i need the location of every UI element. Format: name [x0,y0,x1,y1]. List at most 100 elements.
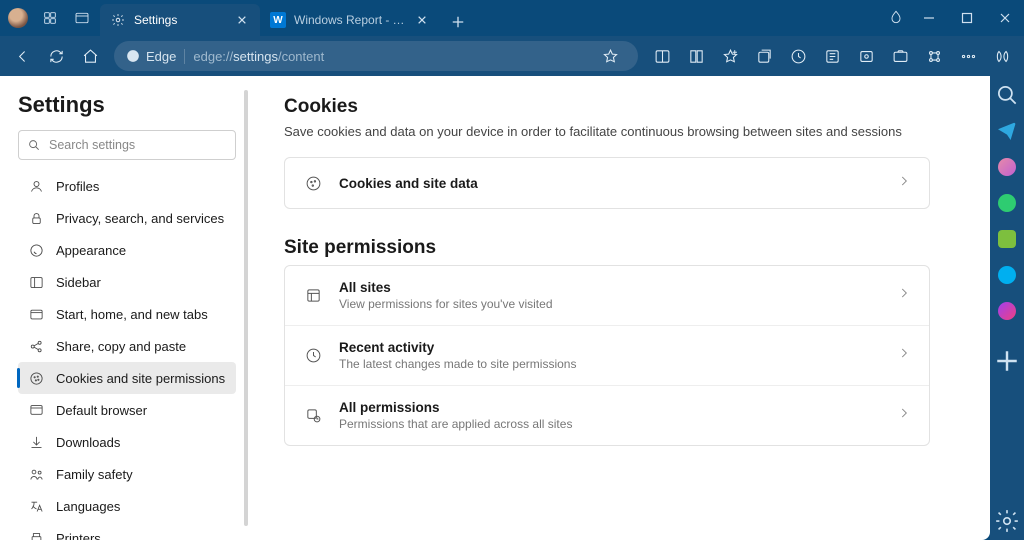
nav-printers[interactable]: Printers [18,522,236,540]
nav-default-browser[interactable]: Default browser [18,394,236,426]
rail-messenger-icon[interactable] [994,298,1020,324]
nav-label: Profiles [56,179,99,194]
nav-privacy[interactable]: Privacy, search, and services [18,202,236,234]
maximize-button[interactable] [948,3,986,33]
settings-page: Settings Profiles Privacy, search, and s… [0,76,990,540]
nav-cookies[interactable]: Cookies and site permissions [18,362,236,394]
tab-strip: Settings W Windows Report - Your go-to s… [100,0,472,36]
rail-app-icon[interactable] [994,154,1020,180]
row-desc: Permissions that are applied across all … [339,417,881,431]
nav-label: Appearance [56,243,126,258]
performance-icon[interactable] [918,40,950,72]
chevron-right-icon [897,346,911,365]
settings-main: Cookies Save cookies and data on your de… [248,76,990,540]
address-bar[interactable]: Edge edge://settings/content [114,41,638,71]
close-window-button[interactable] [986,3,1024,33]
tab-title: Windows Report - Your go-to sou… [294,13,406,27]
site-identity: Edge [126,49,185,64]
page-title: Settings [18,92,236,118]
language-icon [28,498,44,514]
chevron-right-icon [897,174,911,193]
row-title: Recent activity [339,340,881,355]
nav-label: Languages [56,499,120,514]
cookie-icon [28,370,44,386]
history-icon[interactable] [782,40,814,72]
row-recent-activity[interactable]: Recent activity The latest changes made t… [285,325,929,385]
tabs-icon [28,306,44,322]
row-desc: View permissions for sites you've visite… [339,297,881,311]
printer-icon [28,530,44,540]
nav-label: Start, home, and new tabs [56,307,208,322]
lock-icon [28,210,44,226]
new-tab-button[interactable] [444,8,472,36]
row-desc: The latest changes made to site permissi… [339,357,881,371]
tab-settings[interactable]: Settings [100,4,260,36]
nav-label: Cookies and site permissions [56,371,225,386]
rewards-icon[interactable] [882,4,910,32]
row-all-sites[interactable]: All sitesView permissions for sites you'… [285,266,929,325]
permissions-icon [303,406,323,426]
toolbar: Edge edge://settings/content [0,36,1024,76]
favorites-icon[interactable] [714,40,746,72]
sites-icon [303,286,323,306]
nav-profiles[interactable]: Profiles [18,170,236,202]
search-field[interactable] [49,138,227,152]
settings-sidebar: Settings Profiles Privacy, search, and s… [0,76,248,540]
cookies-card: Cookies and site data [284,157,930,209]
reading-list-icon[interactable] [680,40,712,72]
refresh-button[interactable] [40,40,72,72]
favorite-star-icon[interactable] [594,40,626,72]
titlebar: Settings W Windows Report - Your go-to s… [0,0,1024,36]
search-input[interactable] [18,130,236,160]
section-heading-cookies: Cookies [284,96,930,118]
minimize-button[interactable] [910,3,948,33]
copilot-icon[interactable] [986,40,1018,72]
rail-telegram-icon[interactable] [994,118,1020,144]
nav-label: Downloads [56,435,120,450]
nav-downloads[interactable]: Downloads [18,426,236,458]
nav-label: Share, copy and paste [56,339,186,354]
chevron-right-icon [897,286,911,305]
home-button[interactable] [74,40,106,72]
settings-nav: Profiles Privacy, search, and services A… [18,170,236,540]
row-title: All permissions [339,400,881,415]
tab-actions-icon[interactable] [68,4,96,32]
close-icon[interactable] [414,12,430,28]
split-screen-icon[interactable] [646,40,678,72]
rail-search-icon[interactable] [994,82,1020,108]
nav-share[interactable]: Share, copy and paste [18,330,236,362]
browser-essentials-icon[interactable] [850,40,882,72]
row-all-permissions[interactable]: All permissions Permissions that are appl… [285,385,929,445]
tab-windows-report[interactable]: W Windows Report - Your go-to sou… [260,4,440,36]
tab-title: Settings [134,13,226,27]
address-prefix-label: Edge [146,49,176,64]
workspaces-icon[interactable] [36,4,64,32]
nav-label: Printers [56,531,101,540]
appearance-icon [28,242,44,258]
nav-appearance[interactable]: Appearance [18,234,236,266]
row-title: Cookies and site data [339,176,881,191]
rail-skype-icon[interactable] [994,262,1020,288]
chevron-right-icon [897,406,911,425]
share-icon [28,338,44,354]
nav-languages[interactable]: Languages [18,490,236,522]
nav-label: Family safety [56,467,133,482]
screenshot-icon[interactable] [884,40,916,72]
row-cookies-and-site-data[interactable]: Cookies and site data [285,158,929,208]
nav-start[interactable]: Start, home, and new tabs [18,298,236,330]
profile-avatar[interactable] [4,4,32,32]
back-button[interactable] [6,40,38,72]
extensions-icon[interactable] [816,40,848,72]
rail-add-button[interactable] [994,348,1020,374]
rail-whatsapp-icon[interactable] [994,190,1020,216]
section-subtext: Save cookies and data on your device in … [284,124,930,139]
rail-android-icon[interactable] [994,226,1020,252]
nav-sidebar[interactable]: Sidebar [18,266,236,298]
more-menu-button[interactable] [952,40,984,72]
close-icon[interactable] [234,12,250,28]
rail-settings-icon[interactable] [994,508,1020,534]
browser-icon [28,402,44,418]
collections-icon[interactable] [748,40,780,72]
nav-label: Sidebar [56,275,101,290]
nav-family[interactable]: Family safety [18,458,236,490]
